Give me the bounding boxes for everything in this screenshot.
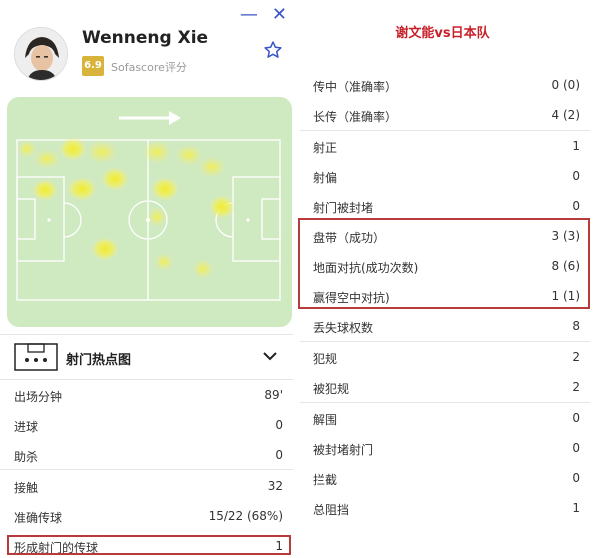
stat-row: 长传（准确率） 4 (2) [300, 100, 590, 130]
window-controls: — ✕ [240, 6, 287, 24]
stat-value: 15/22 (68%) [208, 509, 283, 523]
stat-row: 丢失球权数 8 [300, 311, 590, 341]
stat-label: 助杀 [14, 450, 39, 464]
stat-label: 长传（准确率） [313, 110, 398, 124]
stat-value: 0 (0) [551, 78, 580, 92]
attack-direction-arrow-icon [119, 111, 181, 125]
stat-label: 被犯规 [313, 382, 350, 396]
stat-row: 进球 0 [0, 410, 293, 440]
extra-stats-panel: 谢文能vs日本队 传中（准确率） 0 (0) 长传（准确率） 4 (2) 射正 … [298, 0, 600, 558]
stat-row: 助杀 0 [0, 440, 293, 470]
stat-row: 射门被封堵 0 [300, 191, 590, 221]
stat-row: 传中（准确率） 0 (0) [300, 70, 590, 100]
stat-row: 拦截 0 [300, 463, 590, 493]
stat-row: 被犯规 2 [300, 372, 590, 402]
stat-value: 0 [572, 471, 580, 485]
heatmap-pitch [7, 97, 292, 327]
stat-value: 0 [275, 448, 283, 462]
stat-value: 1 [572, 501, 580, 515]
player-name: Wenneng Xie [82, 28, 209, 48]
divider [0, 469, 293, 470]
player-stats-panel: Wenneng Xie 6.9 Sofascore评分 — ✕ 射门热点图 出场… [0, 0, 293, 558]
stat-label: 拦截 [313, 473, 338, 487]
stat-row: 准确传球 15/22 (68%) [0, 501, 293, 531]
heatmap-selector[interactable]: 射门热点图 [0, 334, 293, 380]
stat-label: 被封堵射门 [313, 443, 374, 457]
stat-label: 准确传球 [14, 511, 63, 525]
close-icon[interactable]: ✕ [272, 6, 287, 24]
stat-row: 犯规 2 [300, 342, 590, 372]
stat-value: 0 [572, 441, 580, 455]
stat-value: 8 [572, 319, 580, 333]
stat-row: 总阻挡 1 [300, 493, 590, 523]
minimize-icon[interactable]: — [240, 6, 258, 24]
rating-source: Sofascore评分 [111, 61, 187, 74]
stat-value: 2 [572, 350, 580, 364]
stat-label: 传中（准确率） [313, 80, 398, 94]
stat-label: 射门被封堵 [313, 201, 374, 215]
stat-value: 4 (2) [551, 108, 580, 122]
highlight-box [298, 218, 590, 309]
stat-label: 犯规 [313, 352, 338, 366]
stat-value: 1 [572, 139, 580, 153]
stat-label: 射正 [313, 141, 338, 155]
stat-row: 被封堵射门 0 [300, 433, 590, 463]
stat-label: 出场分钟 [14, 390, 63, 404]
stat-label: 解围 [313, 413, 338, 427]
heatmap-label: 射门热点图 [66, 353, 132, 368]
stat-row: 解围 0 [300, 403, 590, 433]
stat-label: 接触 [14, 481, 39, 495]
highlight-box [7, 535, 291, 555]
stat-row: 出场分钟 89' [0, 380, 293, 410]
stat-row: 接触 32 [0, 471, 293, 501]
stat-value: 0 [572, 199, 580, 213]
stat-value: 0 [572, 411, 580, 425]
pitch-map-icon [14, 343, 58, 375]
stat-value: 0 [275, 418, 283, 432]
stat-value: 89' [264, 388, 283, 402]
stat-row: 射正 1 [300, 131, 590, 161]
stat-label: 总阻挡 [313, 503, 350, 517]
stat-value: 0 [572, 169, 580, 183]
stat-label: 进球 [14, 420, 39, 434]
rating-badge: 6.9 [82, 56, 104, 76]
stat-value: 2 [572, 380, 580, 394]
chevron-down-icon[interactable] [261, 347, 279, 369]
stat-row: 射偏 0 [300, 161, 590, 191]
stat-label: 射偏 [313, 171, 338, 185]
stat-value: 32 [267, 479, 283, 493]
stat-label: 丢失球权数 [313, 321, 374, 335]
match-title: 谢文能vs日本队 [395, 26, 490, 41]
player-avatar [14, 27, 68, 81]
star-icon[interactable] [263, 40, 283, 64]
